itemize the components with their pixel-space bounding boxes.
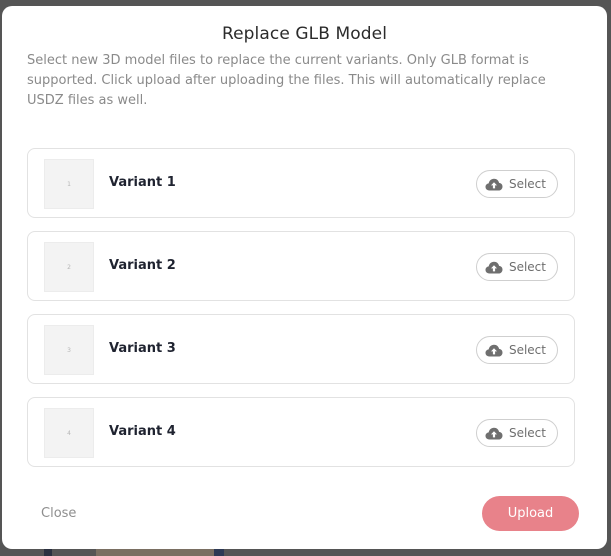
cloud-upload-icon — [485, 178, 503, 190]
select-file-button[interactable]: Select — [475, 170, 558, 198]
select-file-button[interactable]: Select — [475, 336, 558, 364]
replace-glb-modal: Replace GLB Model Select new 3D model fi… — [2, 6, 607, 549]
select-file-button[interactable]: Select — [475, 253, 558, 281]
variant-thumbnail: 1 — [44, 159, 94, 209]
variant-name: Variant 4 — [109, 424, 176, 439]
cloud-upload-icon — [485, 261, 503, 273]
variant-card: 2 Variant 2 Select — [27, 231, 575, 301]
modal-title: Replace GLB Model — [221, 24, 388, 44]
modal-description: Select new 3D model files to replace the… — [27, 53, 546, 108]
variant-card: 4 Variant 4 Select — [27, 397, 575, 467]
select-button-label: Select — [508, 343, 546, 357]
upload-button[interactable]: Upload — [482, 496, 579, 531]
close-button[interactable]: Close — [41, 506, 76, 521]
variant-thumbnail: 3 — [44, 325, 94, 375]
variant-card: 3 Variant 3 Select — [27, 314, 575, 384]
variant-name: Variant 1 — [109, 175, 176, 190]
variant-list: 1 Variant 1 Select 2 Variant 2 Select 3 … — [27, 148, 575, 480]
cloud-upload-icon — [485, 344, 503, 356]
select-file-button[interactable]: Select — [475, 419, 558, 447]
variant-name: Variant 3 — [109, 341, 176, 356]
select-button-label: Select — [508, 260, 546, 274]
variant-card: 1 Variant 1 Select — [27, 148, 575, 218]
variant-thumbnail: 2 — [44, 242, 94, 292]
variant-thumbnail: 4 — [44, 408, 94, 458]
variant-name: Variant 2 — [109, 258, 176, 273]
select-button-label: Select — [508, 426, 546, 440]
select-button-label: Select — [508, 177, 546, 191]
cloud-upload-icon — [485, 427, 503, 439]
